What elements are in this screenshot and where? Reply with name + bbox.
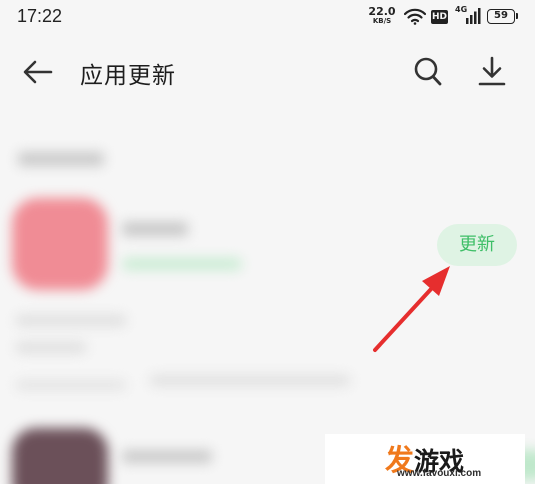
status-bar: 17:22 22.0 KB/S HD 4G 59: [0, 0, 535, 36]
battery-indicator: 59: [487, 9, 518, 24]
app-name-placeholder: [122, 450, 212, 463]
search-icon[interactable]: [413, 56, 443, 88]
battery-level: 59: [494, 10, 508, 21]
watermark: 发游戏 www.favouxi.com: [325, 434, 525, 484]
network-speed: 22.0 KB/S: [368, 6, 396, 25]
section-header-placeholder: [18, 152, 104, 166]
update-notes-placeholder: [150, 375, 350, 386]
download-icon[interactable]: [478, 55, 506, 87]
watermark-url: www.favouxi.com: [397, 468, 482, 479]
network-speed-unit: KB/S: [372, 17, 392, 25]
update-notes-placeholder: [16, 380, 126, 390]
app-update-screen: 17:22 22.0 KB/S HD 4G 59 应用更新 更新 发游戏 www…: [0, 0, 535, 484]
update-button[interactable]: 更新: [437, 224, 517, 266]
update-list: [0, 110, 535, 484]
status-time: 17:22: [17, 6, 63, 26]
update-notes-placeholder: [16, 342, 86, 353]
app-version-placeholder: [122, 258, 242, 270]
hd-badge: HD: [431, 10, 448, 24]
app-name-placeholder: [122, 222, 188, 236]
app-icon[interactable]: [12, 198, 108, 290]
network-speed-value: 22.0: [368, 5, 396, 18]
app-icon[interactable]: [12, 428, 108, 484]
wifi-icon: [404, 8, 426, 25]
app-bar: 应用更新: [0, 44, 535, 100]
update-notes-placeholder: [16, 315, 126, 326]
back-arrow-icon[interactable]: [22, 58, 54, 86]
page-title: 应用更新: [80, 63, 176, 89]
cell-signal-icon: [466, 8, 481, 24]
